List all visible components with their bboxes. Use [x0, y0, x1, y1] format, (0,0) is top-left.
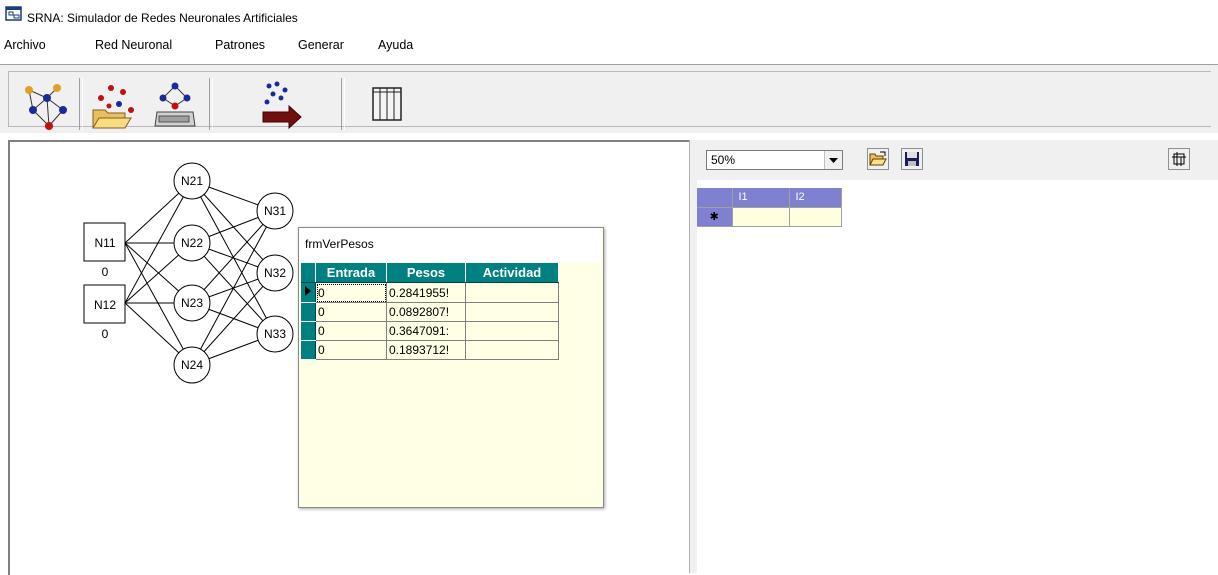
network-device-icon[interactable]: [149, 78, 201, 130]
patterns-panel: 50% I1 I2 ✱: [697, 140, 1218, 573]
node-label: N31: [264, 204, 286, 218]
menu-generar[interactable]: Generar: [298, 38, 344, 52]
table-view-icon[interactable]: [361, 78, 413, 130]
column-header-actividad[interactable]: Actividad: [465, 263, 559, 283]
cell-entrada[interactable]: 0: [315, 302, 387, 322]
grid-cell[interactable]: [789, 207, 842, 227]
node-label: N12: [94, 298, 116, 312]
cell-pesos[interactable]: 0.2841955!: [386, 282, 466, 303]
table-row[interactable]: 0 0.2841955!: [301, 282, 559, 303]
node-label: N11: [94, 236, 115, 250]
window-title: SRNA: Simulador de Redes Neuronales Arti…: [27, 11, 298, 25]
layout-button[interactable]: [1168, 148, 1190, 170]
node-label: N24: [181, 358, 203, 372]
open-folder-icon: [869, 151, 887, 166]
node-label: N22: [181, 236, 203, 250]
menu-archivo[interactable]: Archivo: [4, 38, 46, 52]
table-row[interactable]: 0 0.3647091:: [301, 321, 559, 341]
patterns-grid[interactable]: I1 I2 ✱: [697, 188, 842, 227]
cell-actividad[interactable]: [465, 340, 559, 360]
node-label: N33: [264, 327, 286, 341]
column-header-entrada[interactable]: Entrada: [315, 263, 387, 283]
network-icon[interactable]: [19, 78, 71, 130]
toolbar-separator: [209, 78, 213, 130]
generate-arrow-icon[interactable]: [255, 78, 307, 130]
open-folder-button[interactable]: [867, 148, 889, 170]
row-header[interactable]: [301, 302, 316, 322]
grid-column-header[interactable]: I2: [789, 188, 842, 208]
save-button[interactable]: [901, 148, 923, 170]
cell-actividad[interactable]: [465, 282, 559, 303]
menu-red-neuronal[interactable]: Red Neuronal: [95, 38, 172, 52]
weights-table[interactable]: Entrada Pesos Actividad 0 0.2841955! 0 0…: [301, 263, 559, 360]
cell-entrada[interactable]: 0: [315, 321, 387, 341]
chevron-down-icon[interactable]: [824, 151, 842, 169]
cell-pesos[interactable]: 0.0892807!: [386, 302, 466, 322]
node-label: N32: [264, 266, 286, 280]
cell-entrada[interactable]: 0: [315, 282, 387, 303]
table-row[interactable]: 0 0.1893712!: [301, 340, 559, 360]
toolbar: [0, 64, 1218, 133]
weights-dialog[interactable]: frmVerPesos Entrada Pesos Actividad 0 0.…: [298, 227, 604, 508]
grid-cell[interactable]: [732, 207, 790, 227]
toolbar-separator: [79, 78, 83, 130]
input-value: 0: [102, 327, 109, 341]
grid-corner: [697, 188, 733, 208]
cell-actividad[interactable]: [465, 302, 559, 322]
zoom-value: 50%: [711, 153, 736, 167]
input-value: 0: [102, 265, 109, 279]
row-header[interactable]: [301, 340, 316, 360]
row-header[interactable]: [301, 321, 316, 341]
toolbar-frame: [8, 71, 1211, 130]
table-row[interactable]: 0 0.0892807!: [301, 302, 559, 322]
new-row-marker: ✱: [697, 207, 733, 227]
dialog-title: frmVerPesos: [305, 237, 374, 251]
grid-column-header[interactable]: I1: [732, 188, 790, 208]
cell-pesos[interactable]: 0.3647091:: [386, 321, 466, 341]
app-icon: [5, 6, 22, 21]
open-patterns-icon[interactable]: [87, 78, 139, 130]
cell-actividad[interactable]: [465, 321, 559, 341]
cell-pesos[interactable]: 0.1893712!: [386, 340, 466, 360]
current-row-indicator: [301, 282, 316, 303]
menu-ayuda[interactable]: Ayuda: [378, 38, 413, 52]
column-header-pesos[interactable]: Pesos: [386, 263, 466, 283]
row-header-corner: [301, 263, 316, 283]
node-label: N21: [181, 174, 203, 188]
patterns-toolbar: 50%: [697, 140, 1218, 180]
row-pointer-icon: [305, 286, 311, 296]
toolbar-separator: [341, 78, 345, 130]
zoom-select[interactable]: 50%: [706, 150, 843, 170]
menu-patrones[interactable]: Patrones: [215, 38, 265, 52]
title-bar: SRNA: Simulador de Redes Neuronales Arti…: [0, 0, 1218, 28]
layout-grid-icon: [1172, 152, 1186, 166]
cell-entrada[interactable]: 0: [315, 340, 387, 360]
save-disk-icon: [905, 152, 919, 166]
dialog-title-bar[interactable]: frmVerPesos: [299, 228, 601, 262]
node-label: N23: [181, 296, 203, 310]
